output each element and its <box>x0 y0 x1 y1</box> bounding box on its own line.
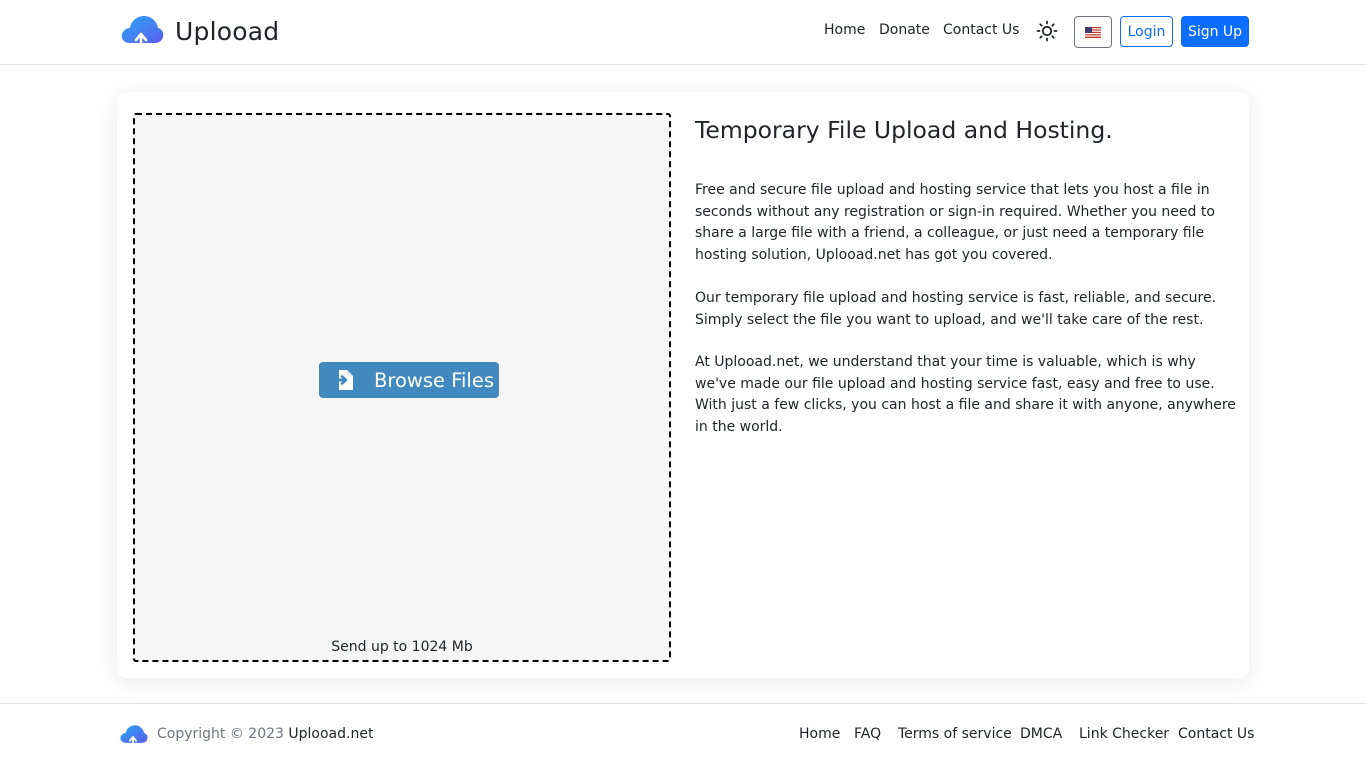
nav-contact-us[interactable]: Contact Us <box>943 22 1019 38</box>
cloud-upload-logo-icon <box>121 16 164 50</box>
cloud-upload-logo-icon[interactable] <box>118 722 148 748</box>
file-import-icon <box>334 370 353 390</box>
sun-icon[interactable] <box>1036 20 1058 42</box>
brand-link[interactable]: Uplooad <box>118 12 279 50</box>
browse-files-button[interactable]: Browse Files <box>319 362 499 398</box>
footer-site-link[interactable]: Uplooad.net <box>288 726 373 742</box>
footer-link-home[interactable]: Home <box>799 726 840 742</box>
footer-link-contact-us[interactable]: Contact Us <box>1178 726 1254 742</box>
intro-paragraph-2: Our temporary file upload and hosting se… <box>695 290 1217 328</box>
copyright-text: Copyright © 2023 Uplooad.net <box>157 726 373 742</box>
nav-home[interactable]: Home <box>824 22 865 38</box>
footer-link-dmca[interactable]: DMCA <box>1020 726 1062 742</box>
brand-name: Uplooad <box>175 16 280 46</box>
nav-donate[interactable]: Donate <box>879 22 930 38</box>
footer-link-faq[interactable]: FAQ <box>854 726 881 742</box>
upload-limit-text: Send up to 1024 Mb <box>331 639 473 655</box>
us-flag-icon <box>1085 26 1101 38</box>
browse-files-label: Browse Files <box>374 368 494 392</box>
intro-paragraph-3: At Uplooad.net, we understand that your … <box>695 354 1236 435</box>
page-title: Temporary File Upload and Hosting. <box>695 116 1113 144</box>
login-button[interactable]: Login <box>1120 16 1173 47</box>
copyright-prefix: Copyright © 2023 <box>157 726 284 742</box>
footer-link-terms[interactable]: Terms of service <box>898 726 1012 742</box>
intro-paragraph-1: Free and secure file upload and hosting … <box>695 182 1215 263</box>
signup-button[interactable]: Sign Up <box>1181 16 1249 47</box>
language-button[interactable] <box>1074 16 1112 48</box>
footer-link-link-checker[interactable]: Link Checker <box>1079 726 1169 742</box>
